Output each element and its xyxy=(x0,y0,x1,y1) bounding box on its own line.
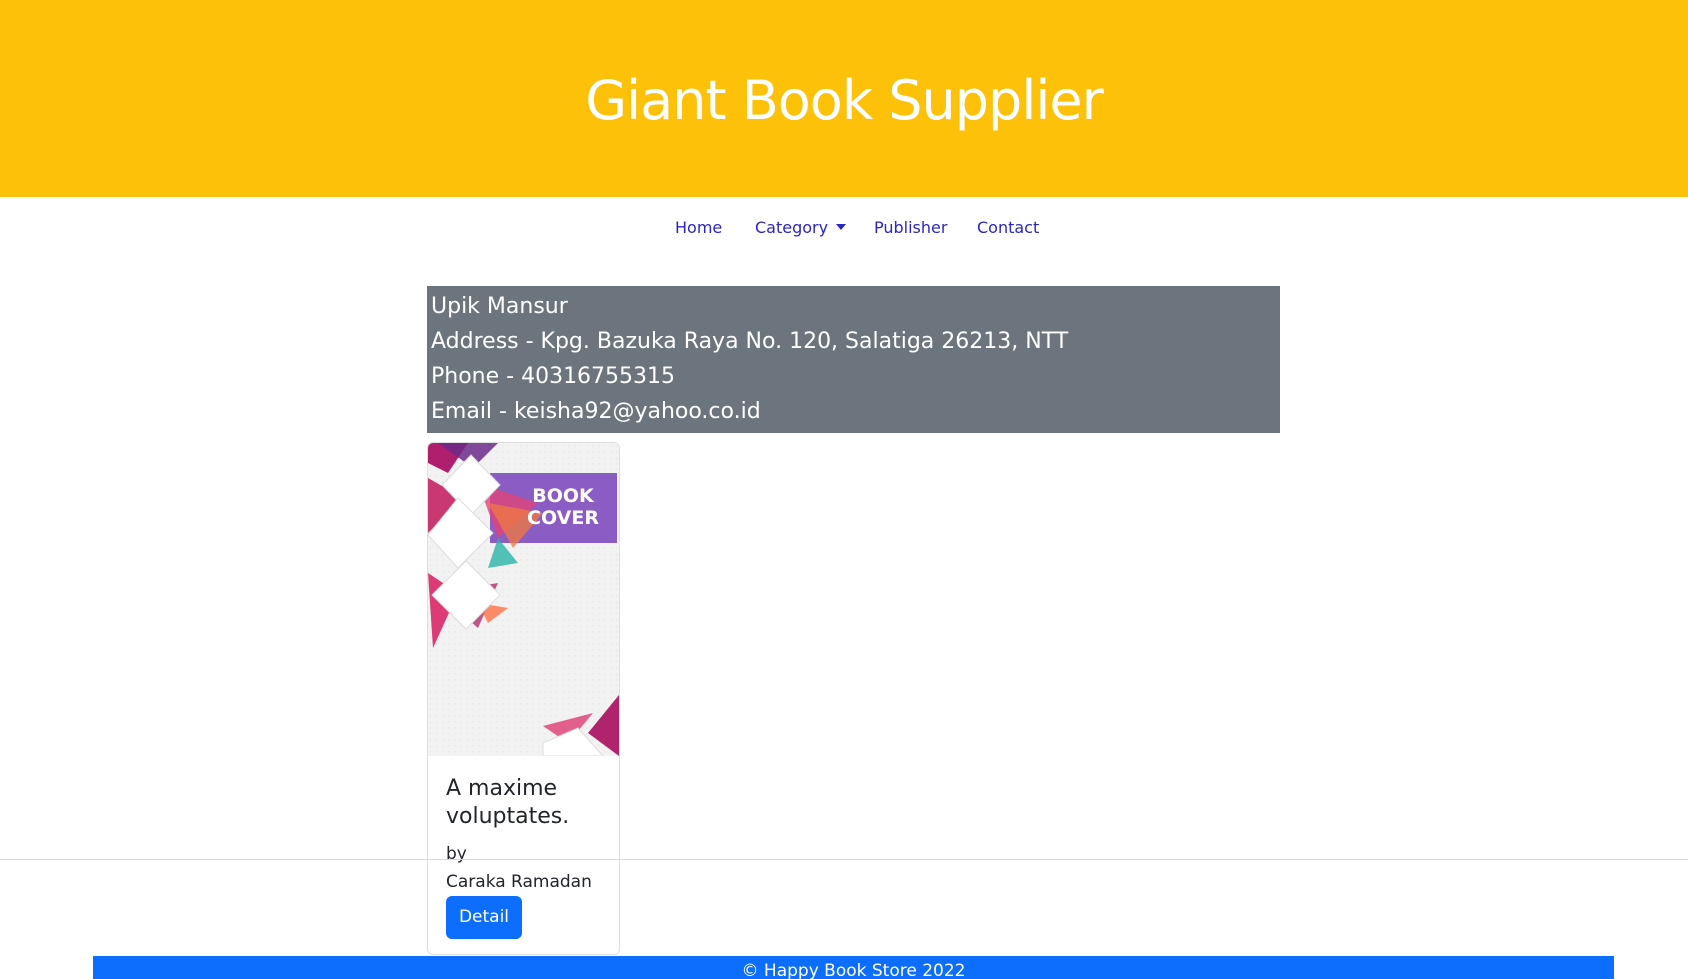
nav-link-home[interactable]: Home xyxy=(675,216,722,240)
nav-link-contact[interactable]: Contact xyxy=(977,216,1039,240)
site-footer: © Happy Book Store 2022 xyxy=(93,956,1614,979)
nav-link-category[interactable]: Category xyxy=(755,216,847,240)
book-author: Caraka Ramadan xyxy=(446,872,592,892)
footer-text: © Happy Book Store 2022 xyxy=(741,961,966,979)
dropdown-caret-icon xyxy=(836,224,847,230)
cover-text-book: BOOK xyxy=(532,485,595,507)
nav-link-category-label: Category xyxy=(755,218,829,237)
site-title: Giant Book Supplier xyxy=(585,69,1104,132)
divider-line xyxy=(0,859,1688,860)
publisher-address: Address - Kpg. Bazuka Raya No. 120, Sala… xyxy=(431,329,1069,354)
book-card: BOOK COVER A maxime voluptates. by Carak… xyxy=(427,442,620,955)
publisher-name: Upik Mansur xyxy=(431,294,568,319)
publisher-email: Email - keisha92@yahoo.co.id xyxy=(431,399,761,424)
book-by-label: by xyxy=(446,844,467,864)
book-cover-image: BOOK COVER xyxy=(428,443,619,756)
publisher-info-panel: Upik Mansur Address - Kpg. Bazuka Raya N… xyxy=(427,286,1280,433)
book-title: A maxime voluptates. xyxy=(446,776,570,829)
publisher-phone: Phone - 40316755315 xyxy=(431,364,676,389)
detail-button[interactable]: Detail xyxy=(446,896,522,939)
main-nav: Home Category Publisher Contact xyxy=(0,216,1688,240)
nav-link-publisher[interactable]: Publisher xyxy=(874,216,947,240)
cover-text-cover: COVER xyxy=(527,507,599,529)
site-header: Giant Book Supplier xyxy=(0,0,1688,197)
